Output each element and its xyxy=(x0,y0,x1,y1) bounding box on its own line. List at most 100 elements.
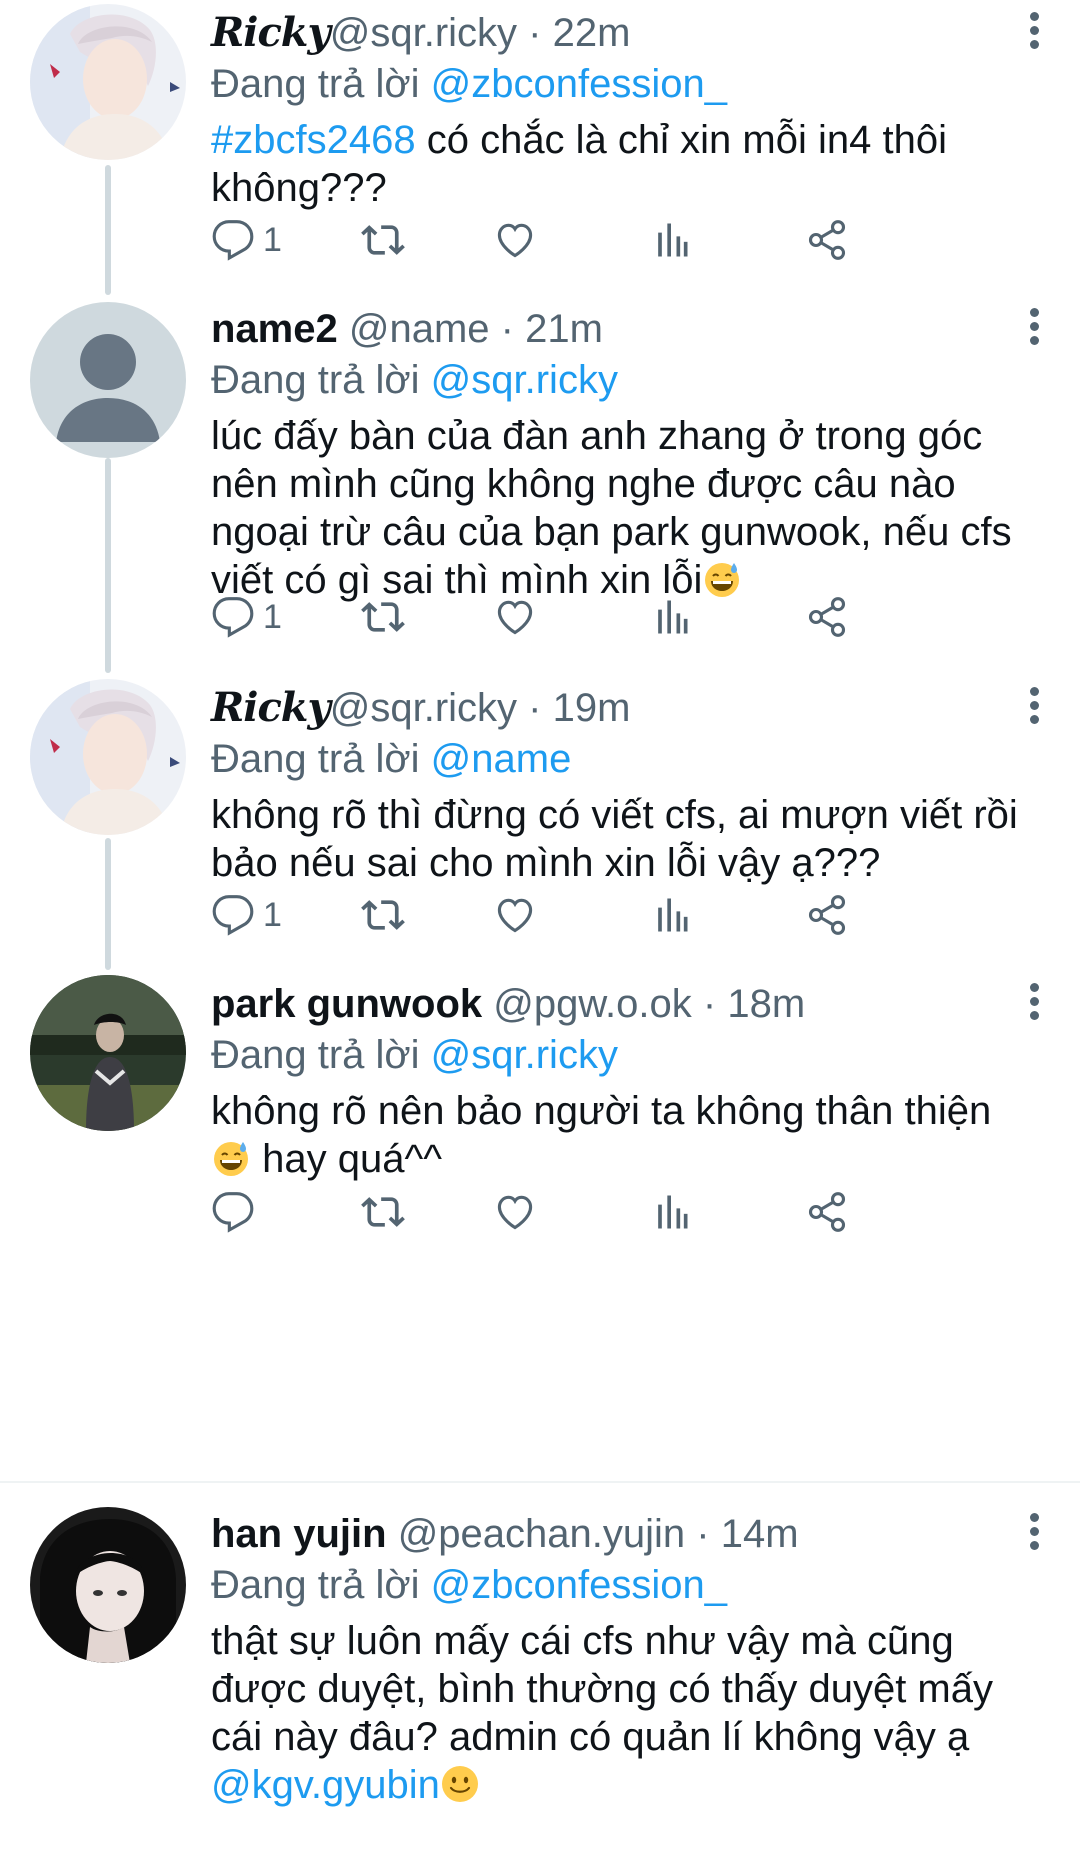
tweet-header: park gunwook @pgw.o.ok · 18m xyxy=(211,977,1020,1031)
retweet-icon xyxy=(361,218,405,262)
hashtag-link[interactable]: #zbcfs2468 xyxy=(211,118,416,162)
replying-to: Đang trả lời @zbconfession_ xyxy=(211,1559,1020,1611)
retweet-icon xyxy=(361,595,405,639)
tweet-text: không rõ thì đừng có viết cfs, ai mượn v… xyxy=(211,791,1020,887)
avatar[interactable] xyxy=(30,4,186,160)
avatar[interactable] xyxy=(30,975,186,1131)
tweet-header: name2 @name · 21m xyxy=(211,302,1020,356)
more-options-button[interactable] xyxy=(1026,1511,1042,1551)
tweet[interactable]: han yujin @peachan.yujin · 14m Đang trả … xyxy=(0,1483,1080,1858)
user-handle[interactable]: @sqr.ricky xyxy=(330,11,517,55)
reply-to-mention[interactable]: @sqr.ricky xyxy=(431,1033,618,1077)
replying-to: Đang trả lời @zbconfession_ xyxy=(211,58,1020,110)
tweet[interactable]: Ricky@sqr.ricky · 22m Đang trả lời @zbco… xyxy=(0,0,1080,300)
more-icon-dot xyxy=(1030,12,1039,21)
park-avatar-image xyxy=(30,975,186,1131)
reply-prefix: Đang trả lời xyxy=(211,737,431,781)
tweet-text: #zbcfs2468 có chắc là chỉ xin mỗi in4 th… xyxy=(211,116,1020,212)
timestamp[interactable]: 18m xyxy=(727,982,805,1026)
user-handle[interactable]: @pgw.o.ok xyxy=(493,982,692,1026)
display-name[interactable]: name2 xyxy=(211,307,338,351)
grinning-sweat-emoji-icon xyxy=(211,1138,251,1178)
tweet[interactable]: Ricky@sqr.ricky · 19m Đang trả lời @name… xyxy=(0,675,1080,975)
display-name[interactable]: Ricky xyxy=(211,9,331,56)
timestamp[interactable]: 19m xyxy=(553,686,631,730)
share-button[interactable] xyxy=(805,592,849,642)
separator-dot: · xyxy=(528,686,542,730)
more-icon-dot xyxy=(1030,983,1039,992)
tweet[interactable]: park gunwook @pgw.o.ok · 18m Đang trả lờ… xyxy=(0,975,1080,1483)
reply-to-mention[interactable]: @zbconfession_ xyxy=(431,1563,727,1607)
share-button[interactable] xyxy=(805,215,849,265)
tweet-header: Ricky@sqr.ricky · 19m xyxy=(211,681,1020,735)
retweet-button[interactable] xyxy=(361,215,405,265)
more-options-button[interactable] xyxy=(1026,981,1042,1021)
share-icon xyxy=(805,595,849,639)
more-icon-dot xyxy=(1030,701,1039,710)
retweet-button[interactable] xyxy=(361,1187,405,1237)
reply-to-mention[interactable]: @zbconfession_ xyxy=(431,62,727,106)
reply-icon xyxy=(211,218,255,262)
more-options-button[interactable] xyxy=(1026,10,1042,50)
like-button[interactable] xyxy=(493,1187,537,1237)
retweet-button[interactable] xyxy=(361,890,405,940)
share-button[interactable] xyxy=(805,1187,849,1237)
reply-prefix: Đang trả lời xyxy=(211,1033,431,1077)
reply-button[interactable]: 1 xyxy=(211,890,282,940)
tweet-text-body: không rõ nên bảo người ta không thân thi… xyxy=(211,1089,992,1133)
display-name[interactable]: park gunwook xyxy=(211,982,482,1026)
like-button[interactable] xyxy=(493,890,537,940)
ricky-avatar-image xyxy=(30,4,186,160)
separator-dot: · xyxy=(500,307,514,351)
action-bar: 1 xyxy=(211,592,1011,642)
retweet-button[interactable] xyxy=(361,592,405,642)
like-button[interactable] xyxy=(493,592,537,642)
reply-button[interactable] xyxy=(211,1187,263,1237)
share-button[interactable] xyxy=(805,890,849,940)
user-handle[interactable]: @sqr.ricky xyxy=(330,686,517,730)
tweet-header: Ricky@sqr.ricky · 22m xyxy=(211,6,1020,60)
heart-icon xyxy=(493,218,537,262)
reply-to-mention[interactable]: @name xyxy=(431,737,572,781)
more-options-button[interactable] xyxy=(1026,306,1042,346)
views-button[interactable] xyxy=(649,890,693,940)
more-icon-dot xyxy=(1030,997,1039,1006)
avatar[interactable] xyxy=(30,679,186,835)
display-name[interactable]: han yujin xyxy=(211,1512,387,1556)
more-options-button[interactable] xyxy=(1026,685,1042,725)
avatar[interactable] xyxy=(30,302,186,458)
user-handle[interactable]: @peachan.yujin xyxy=(398,1512,685,1556)
tweet-text-body: không rõ thì đừng có viết cfs, ai mượn v… xyxy=(211,793,1018,885)
tweet-text-body: lúc đấy bàn của đàn anh zhang ở trong gó… xyxy=(211,414,1012,602)
tweet-text-body: thật sự luôn mấy cái cfs như vậy mà cũng… xyxy=(211,1619,993,1759)
tweet-text: thật sự luôn mấy cái cfs như vậy mà cũng… xyxy=(211,1617,1020,1809)
avatar[interactable] xyxy=(30,1507,186,1663)
timestamp[interactable]: 22m xyxy=(553,11,631,55)
reply-prefix: Đang trả lời xyxy=(211,62,431,106)
reply-icon xyxy=(211,1190,255,1234)
reply-button[interactable]: 1 xyxy=(211,215,282,265)
reply-to-mention[interactable]: @sqr.ricky xyxy=(431,358,618,402)
mention-link[interactable]: @kgv.gyubin xyxy=(211,1763,440,1807)
like-button[interactable] xyxy=(493,215,537,265)
more-icon-dot xyxy=(1030,1527,1039,1536)
reply-count: 1 xyxy=(263,220,282,259)
views-button[interactable] xyxy=(649,592,693,642)
reply-button[interactable]: 1 xyxy=(211,592,282,642)
timestamp[interactable]: 14m xyxy=(721,1512,799,1556)
more-icon-dot xyxy=(1030,40,1039,49)
views-button[interactable] xyxy=(649,1187,693,1237)
more-icon-dot xyxy=(1030,308,1039,317)
user-handle[interactable]: @name xyxy=(349,307,490,351)
tweet[interactable]: name2 @name · 21m Đang trả lời @sqr.rick… xyxy=(0,300,1080,675)
ricky-avatar-image xyxy=(30,679,186,835)
heart-icon xyxy=(493,893,537,937)
more-icon-dot xyxy=(1030,336,1039,345)
display-name[interactable]: Ricky xyxy=(211,684,331,731)
reply-count: 1 xyxy=(263,895,282,934)
reply-icon xyxy=(211,595,255,639)
action-bar: 1 xyxy=(211,890,1011,940)
timestamp[interactable]: 21m xyxy=(525,307,603,351)
views-button[interactable] xyxy=(649,215,693,265)
yujin-avatar-image xyxy=(30,1507,186,1663)
